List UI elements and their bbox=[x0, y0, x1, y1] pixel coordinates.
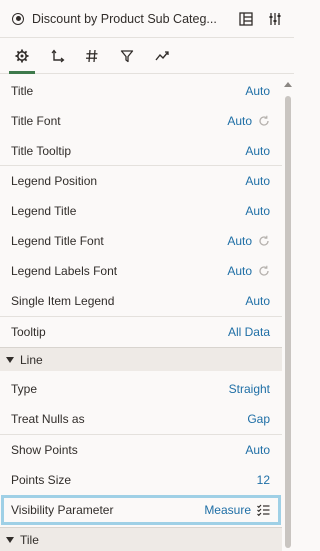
property-row-legend-position[interactable]: Legend Position Auto bbox=[0, 166, 282, 196]
section-header-tile[interactable]: Tile bbox=[0, 527, 282, 551]
scroll-up-icon[interactable] bbox=[284, 82, 292, 87]
property-row-legend-title[interactable]: Legend Title Auto bbox=[0, 196, 282, 226]
property-row-type[interactable]: Type Straight bbox=[0, 374, 282, 404]
reset-icon[interactable] bbox=[258, 115, 270, 127]
property-row-single-item-legend[interactable]: Single Item Legend Auto bbox=[0, 286, 282, 316]
property-value[interactable]: Auto bbox=[245, 204, 270, 218]
property-value[interactable]: All Data bbox=[228, 325, 270, 339]
gear-icon[interactable] bbox=[9, 44, 35, 74]
property-value[interactable]: Auto bbox=[245, 84, 270, 98]
property-row-legend-labels-font[interactable]: Legend Labels Font Auto bbox=[0, 256, 282, 286]
scrollbar-thumb[interactable] bbox=[285, 96, 291, 548]
property-row-visibility-parameter[interactable]: Visibility Parameter Measure bbox=[0, 495, 282, 525]
collapse-triangle-icon bbox=[6, 536, 14, 543]
reset-icon[interactable] bbox=[258, 265, 270, 277]
property-value[interactable]: Measure bbox=[204, 503, 251, 517]
filter-icon[interactable] bbox=[115, 44, 139, 68]
property-row-points-size[interactable]: Points Size 12 bbox=[0, 465, 282, 495]
property-tabs bbox=[0, 37, 294, 74]
property-row-treat-nulls[interactable]: Treat Nulls as Gap bbox=[0, 404, 282, 434]
parameter-list-icon[interactable] bbox=[257, 504, 270, 516]
property-value[interactable]: Auto bbox=[227, 264, 252, 278]
property-row-title-font[interactable]: Title Font Auto bbox=[0, 106, 282, 136]
property-value[interactable]: Auto bbox=[245, 144, 270, 158]
reset-icon[interactable] bbox=[258, 235, 270, 247]
collapse-triangle-icon bbox=[6, 356, 14, 363]
property-row-legend-title-font[interactable]: Legend Title Font Auto bbox=[0, 226, 282, 256]
visualization-radio-icon[interactable] bbox=[12, 12, 24, 25]
property-value[interactable]: Auto bbox=[245, 443, 270, 457]
hash-icon[interactable] bbox=[80, 44, 104, 68]
section-header-line[interactable]: Line bbox=[0, 347, 282, 371]
property-row-title-tooltip[interactable]: Title Tooltip Auto bbox=[0, 136, 282, 166]
property-value[interactable]: Straight bbox=[229, 382, 270, 396]
property-value[interactable]: 12 bbox=[257, 473, 270, 487]
property-value[interactable]: Auto bbox=[227, 114, 252, 128]
property-value[interactable]: Gap bbox=[247, 412, 270, 426]
property-value[interactable]: Auto bbox=[245, 294, 270, 308]
property-row-tooltip[interactable]: Tooltip All Data bbox=[0, 317, 282, 346]
grammar-panel-icon[interactable] bbox=[236, 9, 256, 29]
properties-list: Title Auto Title Font Auto Title Tooltip… bbox=[0, 74, 282, 551]
property-value[interactable]: Auto bbox=[245, 174, 270, 188]
vertical-scrollbar[interactable] bbox=[282, 74, 294, 548]
property-row-show-points[interactable]: Show Points Auto bbox=[0, 435, 282, 465]
property-value[interactable]: Auto bbox=[227, 234, 252, 248]
analytics-icon[interactable] bbox=[150, 44, 174, 68]
property-row-title[interactable]: Title Auto bbox=[0, 76, 282, 106]
axis-icon[interactable] bbox=[46, 44, 70, 68]
visualization-title: Discount by Product Sub Categ... bbox=[32, 11, 217, 26]
properties-panel-icon[interactable] bbox=[265, 9, 285, 29]
